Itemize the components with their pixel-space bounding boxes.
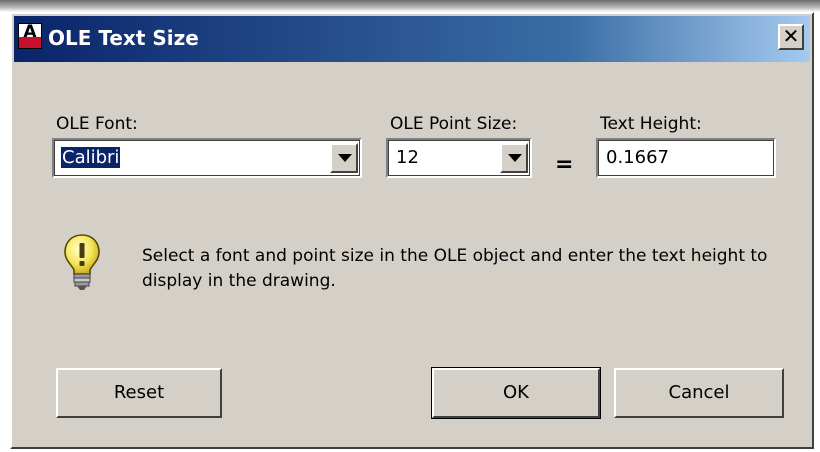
ole-point-size-value: 12 [396,147,419,168]
title-bar[interactable]: A OLE Text Size ✕ [14,16,810,62]
lightbulb-icon [64,234,100,290]
ole-font-dropdown[interactable]: Calibri [52,138,362,178]
ok-button[interactable]: OK [431,367,601,419]
close-button[interactable]: ✕ [778,24,804,50]
ole-point-size-dropdown[interactable]: 12 [386,138,532,178]
chevron-down-icon[interactable] [500,143,528,173]
ole-text-size-dialog: A OLE Text Size ✕ OLE Font: Calibri OLE … [10,12,814,449]
ole-font-value: Calibri [61,147,121,168]
autocad-app-icon: A [18,23,42,49]
info-message: Select a font and point size in the OLE … [142,246,768,291]
ole-font-label: OLE Font: [56,114,138,134]
background-shadow [0,0,820,12]
dialog-title: OLE Text Size [48,26,199,50]
reset-button[interactable]: Reset [56,368,222,418]
ole-point-size-label: OLE Point Size: [390,114,518,134]
text-height-label: Text Height: [600,114,702,134]
equals-sign: = [555,152,574,177]
text-height-value: 0.1667 [606,147,669,168]
text-height-input[interactable]: 0.1667 [596,138,776,178]
cancel-button[interactable]: Cancel [614,368,784,418]
chevron-down-icon[interactable] [330,143,358,173]
